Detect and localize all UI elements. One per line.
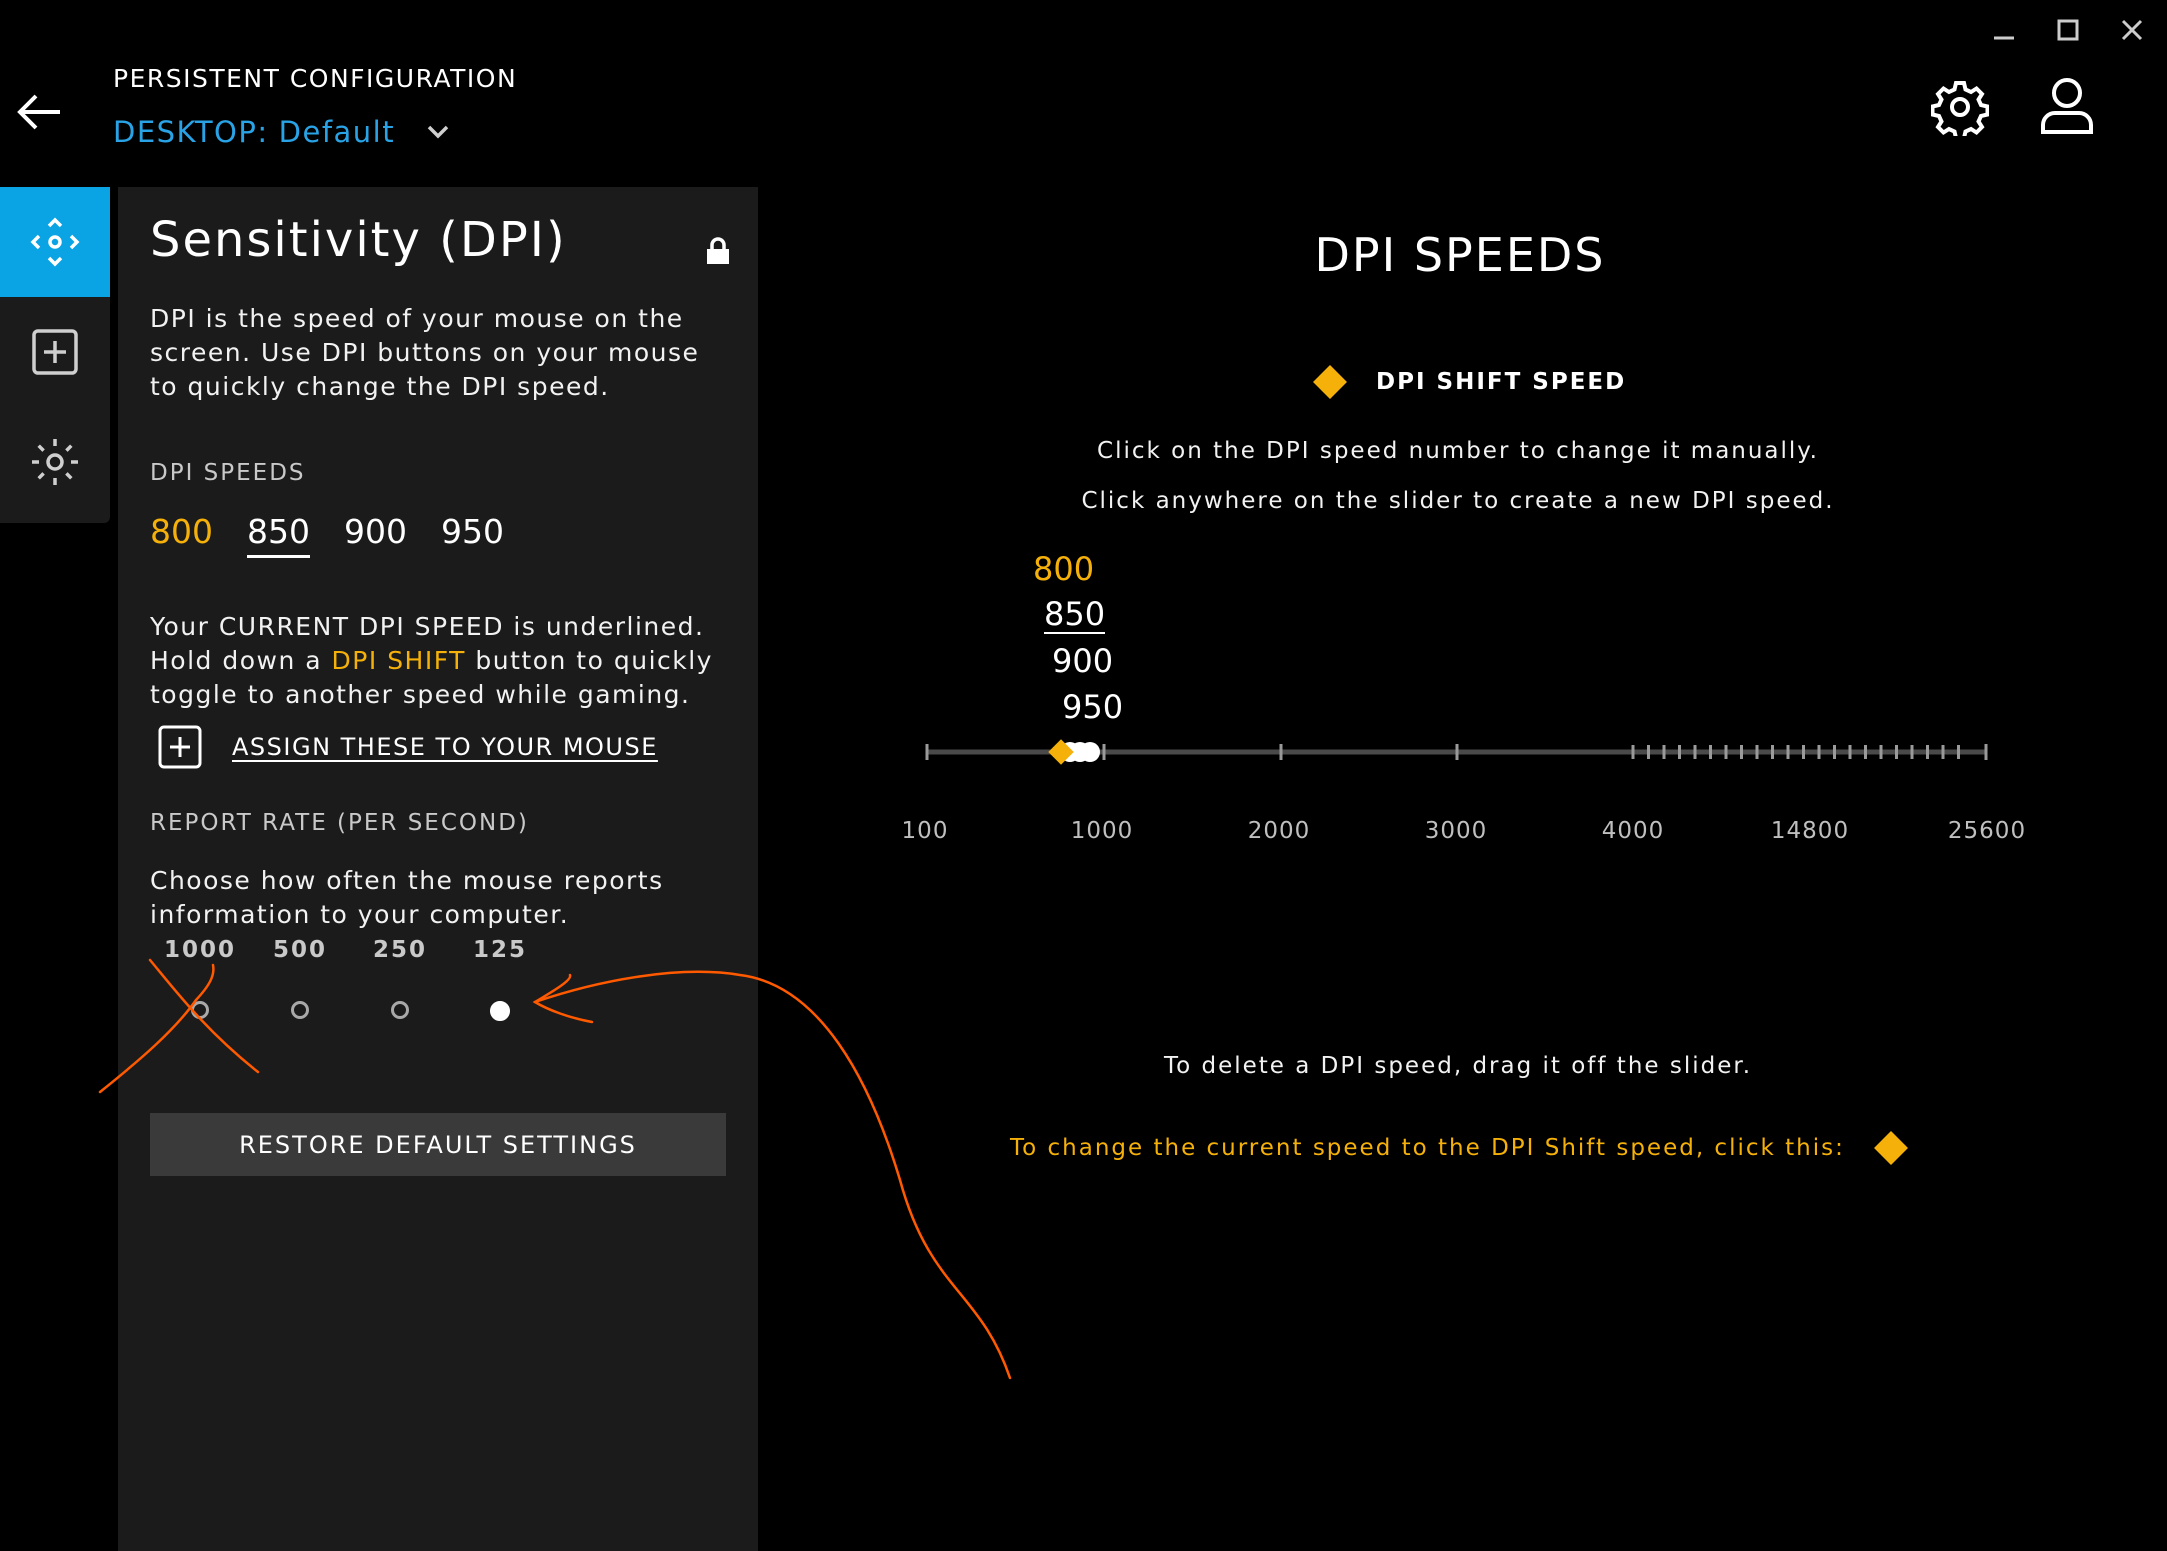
tick-label: 3000 bbox=[1424, 818, 1488, 844]
instruction-text: Click on the DPI speed number to change … bbox=[1097, 438, 1819, 464]
help-text: button to quickly bbox=[475, 646, 713, 675]
panel-title: Sensitivity (DPI) bbox=[150, 212, 567, 268]
dpi-slider-track bbox=[925, 739, 1988, 765]
dpi-shift-highlight: DPI SHIFT bbox=[331, 646, 466, 675]
assign-label: ASSIGN THESE TO YOUR MOUSE bbox=[232, 733, 658, 761]
diamond-icon[interactable] bbox=[1871, 1128, 1911, 1168]
restore-defaults-button[interactable]: RESTORE DEFAULT SETTINGS bbox=[150, 1113, 726, 1176]
assign-to-mouse-link[interactable]: ASSIGN THESE TO YOUR MOUSE bbox=[158, 725, 658, 769]
report-rate-value: 1000 bbox=[163, 937, 236, 963]
lighting-icon bbox=[32, 439, 78, 485]
close-button[interactable] bbox=[2110, 8, 2154, 52]
radio-button[interactable] bbox=[291, 1001, 309, 1019]
slider-handle[interactable] bbox=[1080, 742, 1100, 762]
report-rate-option[interactable]: 250 bbox=[350, 937, 450, 1019]
help-line: Your CURRENT DPI SPEED is underlined. bbox=[150, 612, 705, 641]
profile-selector[interactable]: DESKTOP: Default bbox=[113, 115, 449, 149]
dpi-speeds-label: DPI SPEEDS bbox=[150, 460, 306, 486]
dpi-speed-current[interactable]: 850 bbox=[247, 512, 310, 558]
minimize-icon bbox=[1994, 36, 2014, 40]
set-shift-speed-text: To change the current speed to the DPI S… bbox=[1010, 1135, 1845, 1161]
diamond-icon bbox=[1313, 365, 1347, 399]
account-button[interactable] bbox=[2038, 76, 2096, 136]
plus-box-icon bbox=[158, 725, 202, 769]
radio-button[interactable] bbox=[391, 1001, 409, 1019]
help-text: Hold down a bbox=[150, 646, 323, 675]
profile-prefix: DESKTOP: bbox=[113, 115, 269, 149]
gear-icon bbox=[1930, 81, 1990, 140]
tick-label: 2000 bbox=[1247, 818, 1311, 844]
report-rate-value: 250 bbox=[372, 937, 427, 963]
delete-instruction: To delete a DPI speed, drag it off the s… bbox=[1163, 1053, 1753, 1079]
dpi-shift-legend-label: DPI SHIFT SPEED bbox=[1376, 369, 1627, 395]
dpi-speed-list: 800 850 900 950 bbox=[150, 512, 504, 558]
profile-name: Default bbox=[278, 115, 396, 149]
help-line: toggle to another speed while gaming. bbox=[150, 680, 691, 709]
radio-button-selected[interactable] bbox=[490, 1001, 510, 1021]
close-icon bbox=[2121, 19, 2143, 41]
lock-button[interactable] bbox=[705, 236, 731, 270]
report-rate-option[interactable]: 125 bbox=[450, 937, 550, 1021]
tick-label: 4000 bbox=[1601, 818, 1665, 844]
maximize-button[interactable] bbox=[2046, 8, 2090, 52]
settings-button[interactable] bbox=[1930, 78, 1990, 140]
report-rate-value: 125 bbox=[472, 937, 527, 963]
plus-box-icon bbox=[32, 329, 78, 375]
slider-speed-label[interactable]: 900 bbox=[1052, 642, 1113, 680]
report-rate-label: REPORT RATE (PER SECOND) bbox=[150, 810, 529, 836]
config-mode-label: PERSISTENT CONFIGURATION bbox=[113, 64, 518, 93]
report-rate-options: 1000 500 250 125 bbox=[150, 937, 550, 1037]
minimize-button[interactable] bbox=[1982, 8, 2026, 52]
set-shift-speed-link[interactable]: To change the current speed to the DPI S… bbox=[1010, 1128, 1911, 1168]
report-rate-value: 500 bbox=[272, 937, 327, 963]
radio-button[interactable] bbox=[191, 1001, 209, 1019]
chevron-down-icon bbox=[427, 125, 449, 139]
slider-speed-label-current[interactable]: 850 bbox=[1044, 596, 1106, 634]
report-rate-description: Choose how often the mouse reports infor… bbox=[150, 866, 664, 929]
back-button[interactable] bbox=[14, 90, 64, 134]
back-arrow-icon bbox=[17, 94, 60, 130]
nav-dpi[interactable] bbox=[0, 187, 110, 297]
report-rate-option[interactable]: 1000 bbox=[150, 937, 250, 1019]
tick-label: 1000 bbox=[1070, 818, 1134, 844]
dpi-speed-shift[interactable]: 800 bbox=[150, 512, 213, 558]
user-icon bbox=[2041, 78, 2093, 134]
slider-speed-label[interactable]: 800 bbox=[1033, 550, 1094, 588]
dpi-speeds-title: DPI SPEEDS bbox=[1314, 228, 1606, 282]
tick-label: 100 bbox=[901, 818, 949, 844]
help-line: Hold down a DPI SHIFT button to quickly bbox=[150, 644, 750, 678]
report-rate-option[interactable]: 500 bbox=[250, 937, 350, 1019]
tick-label: 14800 bbox=[1770, 818, 1850, 844]
instruction-text: Click anywhere on the slider to create a… bbox=[1081, 488, 1835, 514]
lock-icon bbox=[707, 237, 729, 264]
dpi-speed-item[interactable]: 900 bbox=[344, 512, 407, 558]
side-nav bbox=[0, 187, 110, 523]
dpi-shift-legend: DPI SHIFT SPEED bbox=[1310, 362, 1626, 402]
tick-label: 25600 bbox=[1947, 818, 2027, 844]
nav-assignments[interactable] bbox=[0, 297, 110, 407]
maximize-icon bbox=[2057, 19, 2079, 41]
dpi-slider[interactable] bbox=[920, 730, 2000, 770]
current-speed-help: Your CURRENT DPI SPEED is underlined. Ho… bbox=[150, 610, 750, 712]
dpi-speed-item[interactable]: 950 bbox=[441, 512, 504, 558]
panel-description: DPI is the speed of your mouse on the sc… bbox=[150, 304, 700, 401]
slider-speed-label[interactable]: 950 bbox=[1062, 688, 1123, 726]
nav-lighting[interactable] bbox=[0, 407, 110, 517]
dpi-icon bbox=[30, 217, 80, 267]
